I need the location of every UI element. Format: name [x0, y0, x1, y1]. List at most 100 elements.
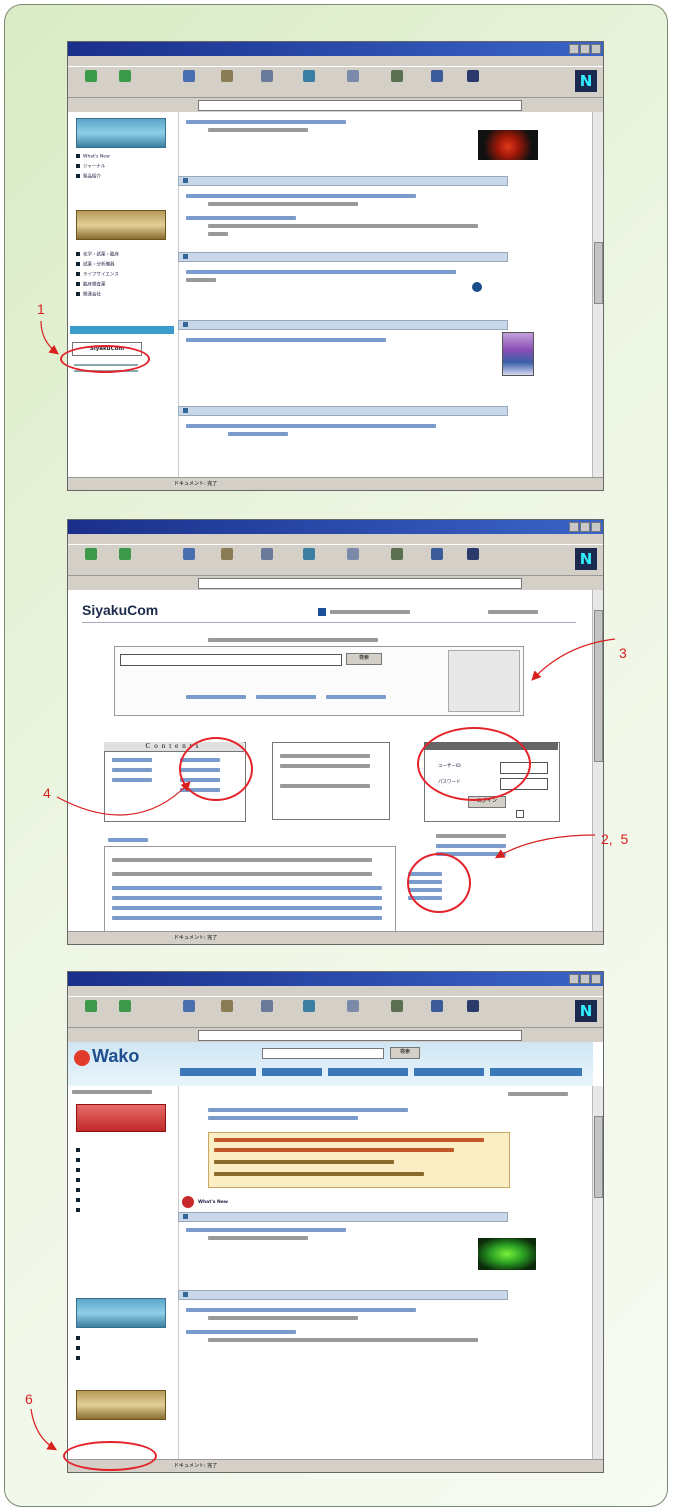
campaign-link[interactable]	[214, 1138, 484, 1142]
reload-button[interactable]	[180, 70, 198, 94]
nav-tab[interactable]	[262, 1068, 322, 1076]
catalog-row[interactable]	[112, 886, 382, 890]
news-link[interactable]	[186, 120, 346, 124]
sidebar-banner[interactable]	[76, 118, 166, 148]
nav-tab[interactable]	[180, 1068, 256, 1076]
catalog-row[interactable]	[112, 916, 382, 920]
remember-checkbox[interactable]	[516, 810, 524, 818]
sidebar-link[interactable]	[76, 1188, 83, 1194]
guide-button[interactable]	[300, 70, 318, 94]
news-link[interactable]	[186, 424, 436, 428]
journal-link[interactable]	[76, 1346, 83, 1352]
reload-button[interactable]	[180, 548, 198, 572]
search-button[interactable]	[258, 70, 276, 94]
sidebar-link[interactable]: 関連会社	[76, 292, 101, 298]
forward-button[interactable]	[116, 1000, 134, 1024]
security-button[interactable]	[388, 548, 406, 572]
print-button[interactable]	[344, 70, 362, 94]
url-field[interactable]	[198, 1030, 522, 1041]
news-link[interactable]	[186, 1228, 346, 1232]
shop-button[interactable]	[428, 70, 446, 94]
news-link[interactable]	[186, 270, 456, 274]
nav-tab[interactable]	[490, 1068, 582, 1076]
sidebar-banner[interactable]	[76, 210, 166, 240]
news-link[interactable]	[186, 1330, 296, 1334]
site-search-button[interactable]: 検索	[390, 1047, 420, 1059]
campaign-link[interactable]	[214, 1148, 454, 1152]
nav-tab[interactable]	[414, 1068, 484, 1076]
close-button[interactable]	[591, 44, 601, 54]
url-field[interactable]	[198, 100, 522, 111]
news-link[interactable]	[186, 194, 416, 198]
sidebar-link[interactable]	[76, 1158, 83, 1164]
home-button[interactable]	[218, 548, 236, 572]
vertical-scrollbar[interactable]	[592, 112, 603, 478]
scrollbar-thumb[interactable]	[594, 610, 603, 762]
contents-link[interactable]	[112, 778, 152, 782]
search-category-link[interactable]	[256, 695, 316, 699]
scrollbar-thumb[interactable]	[594, 1116, 603, 1198]
search-category-link[interactable]	[186, 695, 246, 699]
sidebar-banner[interactable]	[76, 1298, 166, 1328]
news-link[interactable]	[186, 1308, 416, 1312]
sidebar-link[interactable]	[76, 1208, 83, 1214]
print-button[interactable]	[344, 548, 362, 572]
keyword-search-input[interactable]	[120, 654, 342, 666]
sidebar-link[interactable]	[76, 1356, 83, 1362]
forward-button[interactable]	[116, 70, 134, 94]
sidebar-link[interactable]: 試薬・分析機器	[76, 262, 115, 268]
url-field[interactable]	[198, 578, 522, 589]
campaign-link[interactable]	[214, 1160, 394, 1164]
sidebar-link[interactable]	[76, 1336, 83, 1342]
search-category-link[interactable]	[326, 695, 386, 699]
notice-link[interactable]	[208, 1108, 408, 1112]
sitemap-link[interactable]	[488, 610, 538, 614]
shop-button[interactable]	[428, 1000, 446, 1024]
sidebar-link[interactable]	[76, 1148, 83, 1154]
campaign-link[interactable]	[214, 1172, 424, 1176]
scrollbar-thumb[interactable]	[594, 242, 603, 304]
forward-button[interactable]	[116, 548, 134, 572]
back-button[interactable]	[82, 70, 100, 94]
close-button[interactable]	[591, 522, 601, 532]
stop-button[interactable]	[464, 548, 482, 572]
minimize-button[interactable]	[569, 974, 579, 984]
maximize-button[interactable]	[580, 974, 590, 984]
search-button[interactable]	[258, 548, 276, 572]
sidebar-top-link[interactable]	[72, 1090, 152, 1094]
nav-tab[interactable]	[328, 1068, 408, 1076]
sidebar-banner[interactable]	[76, 1390, 166, 1420]
contents-link[interactable]	[112, 758, 152, 762]
vertical-scrollbar[interactable]	[592, 1086, 603, 1460]
guide-button[interactable]	[300, 548, 318, 572]
site-search-input[interactable]	[262, 1048, 384, 1059]
search-submit-button[interactable]: 検索	[346, 653, 382, 665]
home-button[interactable]	[218, 1000, 236, 1024]
sidebar-link[interactable]: 製品紹介	[76, 174, 101, 180]
sidebar-red-banner[interactable]	[76, 1104, 166, 1132]
back-button[interactable]	[82, 1000, 100, 1024]
stop-button[interactable]	[464, 70, 482, 94]
catalog-heading-link[interactable]	[108, 838, 148, 842]
news-link[interactable]	[228, 432, 288, 436]
sidebar-link[interactable]: 臨床検査薬	[76, 282, 106, 288]
news-link[interactable]	[186, 216, 296, 220]
sidebar-link[interactable]	[436, 844, 506, 848]
guide-button[interactable]	[300, 1000, 318, 1024]
maximize-button[interactable]	[580, 44, 590, 54]
catalog-row[interactable]	[112, 906, 382, 910]
contents-link[interactable]	[112, 768, 152, 772]
close-button[interactable]	[591, 974, 601, 984]
sidebar-link[interactable]: ライフサイエンス	[76, 272, 119, 278]
minimize-button[interactable]	[569, 522, 579, 532]
sidebar-link[interactable]: What's New	[76, 154, 110, 160]
stop-button[interactable]	[464, 1000, 482, 1024]
sidebar-link[interactable]	[76, 1198, 83, 1204]
sidebar-link[interactable]: ジャーナル	[76, 164, 105, 170]
search-button[interactable]	[258, 1000, 276, 1024]
home-button[interactable]	[218, 70, 236, 94]
sidebar-link[interactable]: 化学・試薬・臨床	[76, 252, 119, 258]
minimize-button[interactable]	[569, 44, 579, 54]
security-button[interactable]	[388, 1000, 406, 1024]
sidebar-link[interactable]	[76, 1178, 83, 1184]
